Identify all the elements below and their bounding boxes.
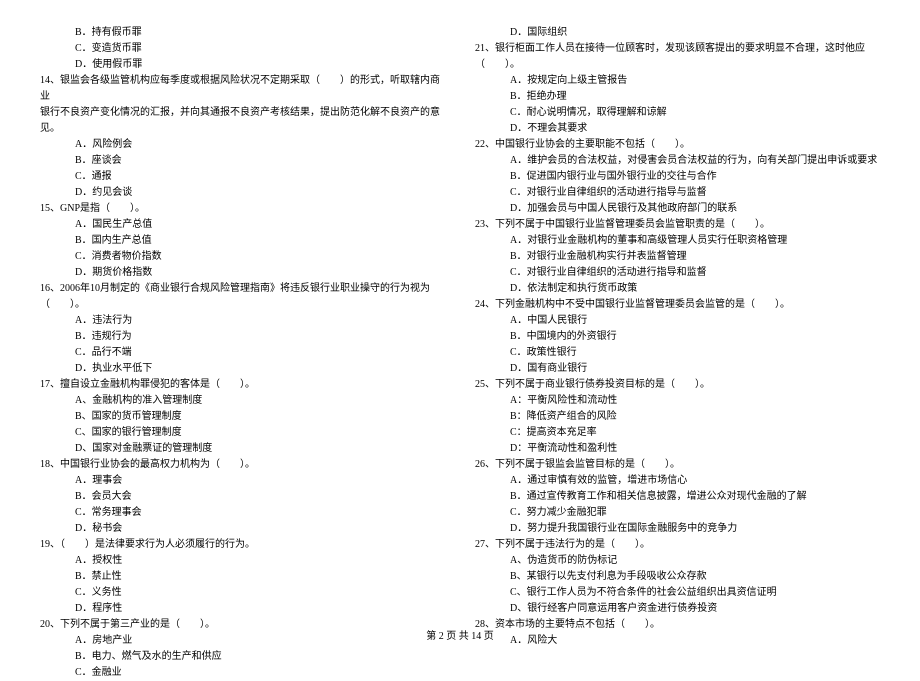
option: C．义务性 [40, 585, 445, 601]
option: D．使用假币罪 [40, 57, 445, 73]
option: D．加强会员与中国人民银行及其他政府部门的联系 [475, 201, 880, 217]
option: A．维护会员的合法权益，对侵害会员合法权益的行为，向有关部门提出申诉或要求 [475, 153, 880, 169]
option: C．努力减少金融犯罪 [475, 505, 880, 521]
option: A．违法行为 [40, 313, 445, 329]
option: A．风险例会 [40, 137, 445, 153]
option: A．国民生产总值 [40, 217, 445, 233]
q16-stem-cont: （ ）。 [40, 297, 445, 313]
option: B．持有假币罪 [40, 25, 445, 41]
q26-stem: 26、下列不属于银监会监管目标的是（ ）。 [475, 457, 880, 473]
q24-stem: 24、下列金融机构中不受中国银行业监督管理委员会监管的是（ ）。 [475, 297, 880, 313]
option: A．授权性 [40, 553, 445, 569]
page-footer: 第 2 页 共 14 页 [0, 627, 920, 642]
option: A、金融机构的准入管理制度 [40, 393, 445, 409]
q21-stem: 21、银行柜面工作人员在接待一位顾客时，发现该顾客提出的要求明显不合理，这时他应 [475, 41, 880, 57]
option: C．金融业 [40, 665, 445, 681]
option: B．促进国内银行业与国外银行业的交往与合作 [475, 169, 880, 185]
option: D．国际组织 [475, 25, 880, 41]
option: D．努力提升我国银行业在国际金融服务中的竞争力 [475, 521, 880, 537]
option: C．政策性银行 [475, 345, 880, 361]
option: B．会员大会 [40, 489, 445, 505]
option: A、伪造货币的防伪标记 [475, 553, 880, 569]
option: B．对银行业金融机构实行并表监督管理 [475, 249, 880, 265]
option: D．依法制定和执行货币政策 [475, 281, 880, 297]
q22-stem: 22、中国银行业协会的主要职能不包括（ ）。 [475, 137, 880, 153]
q27-stem: 27、下列不属于违法行为的是（ ）。 [475, 537, 880, 553]
option: B．国内生产总值 [40, 233, 445, 249]
option: B．通过宣传教育工作和相关信息披露，增进公众对现代金融的了解 [475, 489, 880, 505]
option: D．不理会其要求 [475, 121, 880, 137]
option: D．国有商业银行 [475, 361, 880, 377]
option: B．电力、燃气及水的生产和供应 [40, 649, 445, 665]
option: B、某银行以先支付利息为手段吸收公众存款 [475, 569, 880, 585]
option: C．耐心说明情况，取得理解和谅解 [475, 105, 880, 121]
q14-stem: 14、银监会各级监管机构应每季度或根据风险状况不定期采取（ ）的形式，听取辖内商… [40, 73, 445, 105]
option: D．约见会谈 [40, 185, 445, 201]
option: C：提高资本充足率 [475, 425, 880, 441]
q14-stem-cont: 银行不良资产变化情况的汇报，并向其通报不良资产考核结果，提出防范化解不良资产的意… [40, 105, 445, 137]
option: C、银行工作人员为不符合条件的社会公益组织出具资信证明 [475, 585, 880, 601]
option: B．拒绝办理 [475, 89, 880, 105]
exam-page-content: B．持有假币罪 C．变造货币罪 D．使用假币罪 14、银监会各级监管机构应每季度… [0, 0, 920, 610]
option: B．中国境内的外资银行 [475, 329, 880, 345]
option: C、国家的银行管理制度 [40, 425, 445, 441]
option: B、国家的货币管理制度 [40, 409, 445, 425]
option: D、国家对金融票证的管理制度 [40, 441, 445, 457]
option: B：降低资产组合的风险 [475, 409, 880, 425]
option: C．对银行业自律组织的活动进行指导和监督 [475, 265, 880, 281]
option: D：平衡流动性和盈利性 [475, 441, 880, 457]
q17-stem: 17、擅自设立金融机构罪侵犯的客体是（ ）。 [40, 377, 445, 393]
option: B．禁止性 [40, 569, 445, 585]
option: C．品行不端 [40, 345, 445, 361]
q15-stem: 15、GNP是指（ ）。 [40, 201, 445, 217]
option: D．期货价格指数 [40, 265, 445, 281]
option: C．常务理事会 [40, 505, 445, 521]
option: A．中国人民银行 [475, 313, 880, 329]
option: A．通过审慎有效的监管，增进市场信心 [475, 473, 880, 489]
option: A．理事会 [40, 473, 445, 489]
option: A．对银行业金融机构的董事和高级管理人员实行任职资格管理 [475, 233, 880, 249]
option: C．变造货币罪 [40, 41, 445, 57]
option: D．执业水平低下 [40, 361, 445, 377]
option: C．对银行业自律组织的活动进行指导与监督 [475, 185, 880, 201]
q23-stem: 23、下列不属于中国银行业监督管理委员会监管职责的是（ ）。 [475, 217, 880, 233]
q18-stem: 18、中国银行业协会的最高权力机构为（ ）。 [40, 457, 445, 473]
right-column: D．国际组织 21、银行柜面工作人员在接待一位顾客时，发现该顾客提出的要求明显不… [475, 25, 880, 595]
option: D、银行经客户同意运用客户资金进行债券投资 [475, 601, 880, 617]
option: C．通报 [40, 169, 445, 185]
q16-stem: 16、2006年10月制定的《商业银行合规风险管理指南》将违反银行业职业操守的行… [40, 281, 445, 297]
q21-stem-cont: （ ）。 [475, 57, 880, 73]
option: C．消费者物价指数 [40, 249, 445, 265]
option: D．程序性 [40, 601, 445, 617]
option: D．秘书会 [40, 521, 445, 537]
q19-stem: 19、（ ）是法律要求行为人必须履行的行为。 [40, 537, 445, 553]
option: A：平衡风险性和流动性 [475, 393, 880, 409]
left-column: B．持有假币罪 C．变造货币罪 D．使用假币罪 14、银监会各级监管机构应每季度… [40, 25, 445, 595]
option: B．座谈会 [40, 153, 445, 169]
option: B．违规行为 [40, 329, 445, 345]
option: A．按规定向上级主管报告 [475, 73, 880, 89]
q25-stem: 25、下列不属于商业银行债券投资目标的是（ ）。 [475, 377, 880, 393]
